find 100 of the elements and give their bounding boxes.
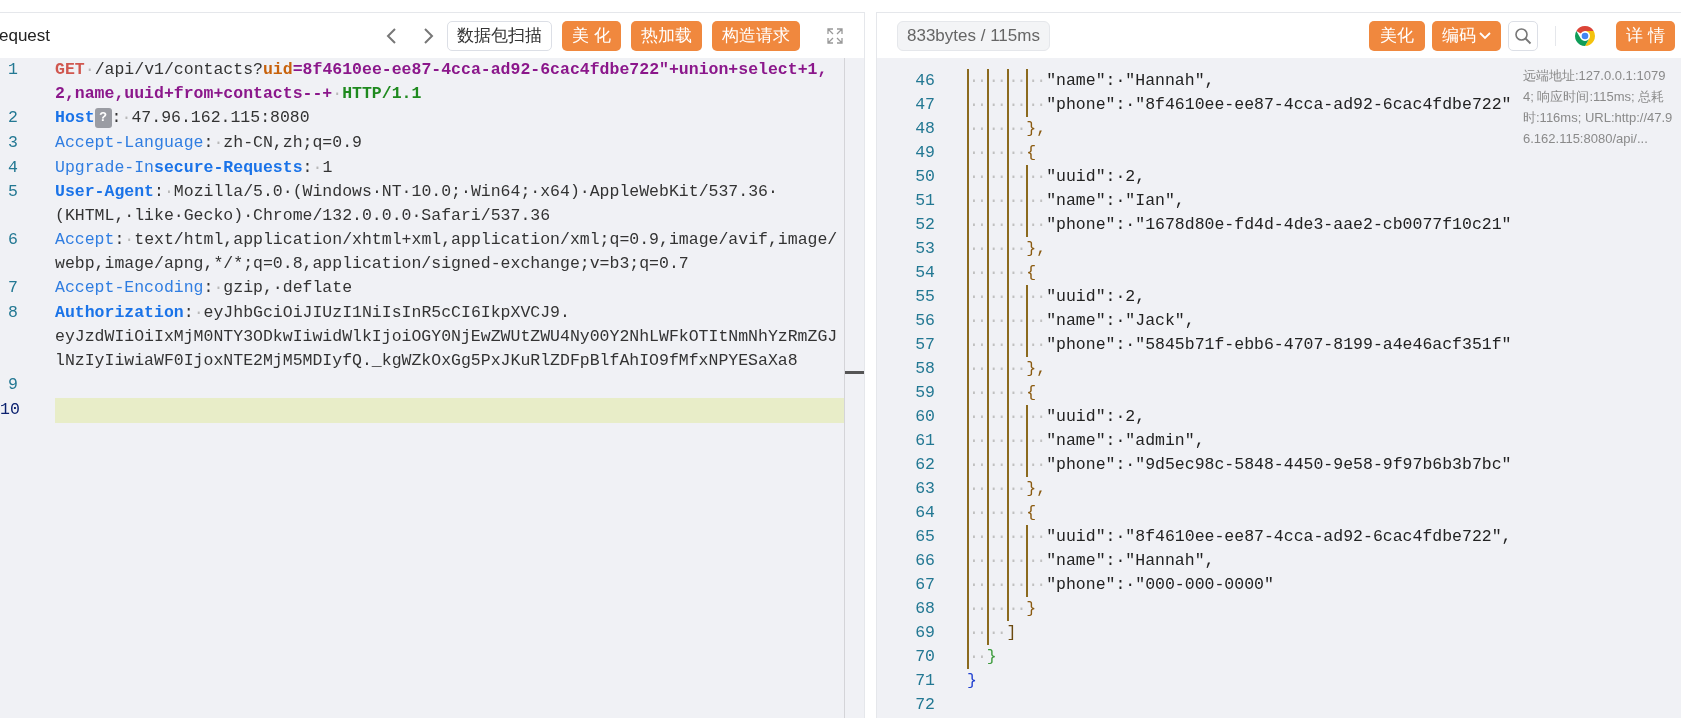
code-line: }, (1026, 238, 1047, 260)
line-number: 9 (7, 375, 18, 394)
line-number: 60 (915, 406, 935, 428)
code-token: text/html,application/xhtml+xml,application/xml;q=0.9,image/avif,image/ (134, 229, 838, 252)
code-token: webp,image/apng,*/*;q=0.8,application/signed-exchange;v=b3;q=0.7 (55, 253, 689, 276)
line-number: 56 (915, 310, 935, 332)
action-button[interactable]: 详 情 (1616, 20, 1675, 51)
indent-guide: · (986, 333, 997, 357)
whitespace-marker: · (213, 277, 224, 300)
indent-guide: · (1006, 69, 1017, 93)
whitespace-marker: · (84, 59, 95, 81)
indent-guide: · (986, 309, 997, 333)
indent-guide: · (967, 285, 977, 309)
code-token: 47.96.162.115:8080 (131, 107, 310, 129)
indent-guide: · (986, 117, 997, 141)
indent-guide: · (1016, 478, 1027, 500)
indent-guide: · (1026, 93, 1037, 117)
line-number: 70 (915, 646, 935, 668)
whitespace-marker: · (124, 229, 135, 252)
indent-guide: · (1016, 430, 1027, 452)
line-number: 65 (915, 526, 935, 548)
indent-guide: · (1016, 406, 1027, 428)
code-line: "name":·"Ian", (1046, 190, 1185, 212)
code-line: "name":·"Hannah", (1046, 550, 1215, 572)
indent-guide: · (1016, 142, 1027, 164)
indent-guide: · (1016, 214, 1027, 236)
indent-guide: · (1006, 213, 1017, 237)
indent-guide: · (996, 70, 1007, 92)
action-button[interactable]: 美化 (1369, 20, 1426, 51)
panel-title: equest (0, 24, 51, 47)
browser-icon[interactable] (1575, 25, 1596, 46)
line-number: 64 (915, 502, 935, 524)
indent-guide: · (996, 358, 1007, 380)
indent-guide: · (976, 526, 987, 548)
whitespace-marker: · (163, 181, 174, 204)
indent-guide: · (1036, 166, 1047, 188)
code-line: }, (1026, 358, 1047, 380)
indent-guide: · (1006, 117, 1017, 141)
line-number: 48 (915, 118, 935, 140)
code-line: "name":·"Jack", (1046, 310, 1195, 332)
indent-guide: · (1036, 214, 1047, 236)
indent-guide: · (986, 237, 997, 261)
indent-guide: · (1016, 454, 1027, 476)
indent-guide: · (996, 622, 1007, 644)
scan-button[interactable]: 数据包扫描 (447, 20, 553, 51)
line-number: 51 (915, 190, 935, 212)
indent-guide: · (967, 429, 977, 453)
code-token: : (114, 229, 125, 252)
help-badge[interactable]: ? (94, 108, 112, 128)
indent-guide: · (967, 309, 977, 333)
code-line: "name":·"Hannah", (1046, 70, 1215, 92)
indent-guide: · (996, 478, 1007, 500)
line-number: 50 (915, 166, 935, 188)
whitespace-marker: · (332, 83, 343, 105)
code-token: : (154, 181, 164, 204)
line-number: 66 (915, 550, 935, 572)
search-button[interactable] (1508, 20, 1539, 51)
code-token: : (183, 302, 194, 324)
indent-guide: · (1036, 334, 1047, 356)
indent-guide: · (996, 454, 1007, 476)
expand-icon[interactable] (826, 26, 844, 45)
line-number: 5 (7, 182, 18, 202)
indent-guide: · (996, 118, 1007, 140)
action-button[interactable]: 热加载 (631, 20, 702, 51)
encoding-dropdown[interactable]: 编码 (1432, 20, 1502, 51)
indent-guide: · (976, 70, 987, 92)
indent-guide: · (1016, 382, 1027, 404)
indent-guide: · (1006, 453, 1017, 477)
code-line: }, (1026, 478, 1047, 500)
indent-guide: · (976, 622, 987, 644)
indent-guide: · (1026, 573, 1037, 597)
action-button[interactable]: 美 化 (562, 20, 621, 51)
indent-guide: · (976, 574, 987, 596)
indent-guide: · (1036, 190, 1047, 212)
forward-icon[interactable] (421, 26, 436, 45)
indent-guide: · (967, 525, 977, 549)
line-number: 46 (915, 70, 935, 92)
code-token: Mozilla/5.0·(Windows·NT·10.0;·Win64;·x64)·AppleWebKit/537.36· (173, 181, 778, 204)
indent-guide: · (976, 550, 987, 572)
code-line: } (1026, 598, 1037, 620)
indent-guide: · (1036, 574, 1047, 596)
indent-guide: · (967, 117, 977, 141)
indent-guide: · (1006, 165, 1017, 189)
indent-guide: · (967, 165, 977, 189)
indent-guide: · (1036, 310, 1047, 332)
indent-guide: · (986, 549, 997, 573)
whitespace-marker: · (312, 156, 323, 179)
action-button[interactable]: 构造请求 (712, 20, 800, 51)
indent-guide: · (1036, 430, 1047, 452)
indent-guide: · (967, 69, 977, 93)
indent-guide: · (1016, 94, 1027, 116)
indent-guide: · (1016, 238, 1027, 260)
indent-guide: · (1026, 453, 1037, 477)
indent-guide: · (1016, 70, 1027, 92)
code-token: Accept (55, 229, 115, 252)
line-number: 6 (7, 230, 18, 250)
indent-guide: · (996, 430, 1007, 452)
indent-guide: · (1006, 237, 1017, 261)
indent-guide: · (967, 381, 977, 405)
code-line: { (1026, 502, 1037, 524)
